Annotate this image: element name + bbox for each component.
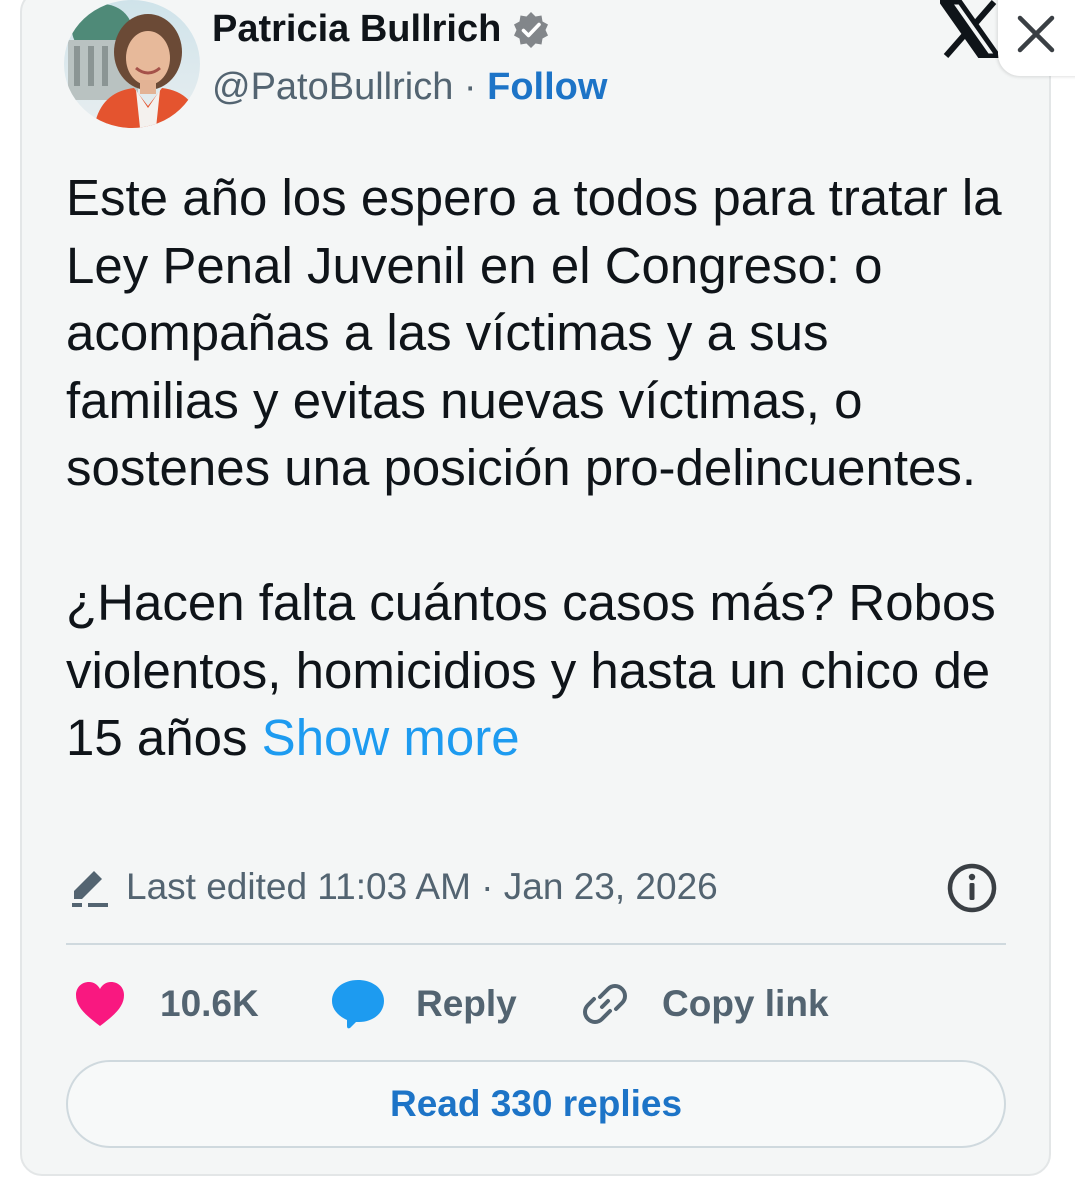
copy-link-label: Copy link	[662, 983, 829, 1024]
info-icon[interactable]	[946, 862, 998, 914]
heart-icon	[76, 982, 124, 1026]
close-button[interactable]	[998, 0, 1075, 76]
tweet-paragraph: ¿Hacen falta cuántos casos más? Robos vi…	[66, 569, 1006, 772]
divider	[66, 943, 1006, 945]
link-icon	[583, 984, 627, 1024]
edited-timestamp: Last edited 11:03 AM · Jan 23, 2026	[126, 866, 718, 907]
like-button[interactable]: 10.6K	[74, 978, 259, 1030]
reply-label: Reply	[416, 983, 517, 1024]
edited-info[interactable]: Last edited 11:03 AM · Jan 23, 2026	[68, 862, 718, 912]
show-more-link[interactable]: Show more	[262, 709, 520, 766]
handle-separator: ·	[453, 66, 488, 108]
tweet-text: Este año los espero a todos para tratar …	[66, 164, 1006, 772]
tweet-paragraph: Este año los espero a todos para tratar …	[66, 169, 1002, 496]
speech-bubble-icon	[332, 980, 384, 1029]
follow-button[interactable]: Follow	[487, 66, 607, 108]
like-count: 10.6K	[160, 983, 259, 1024]
handle-row: @PatoBullrich · Follow	[212, 66, 607, 109]
read-replies-label: Read 330 replies	[389, 1083, 683, 1124]
avatar-photo	[64, 0, 200, 128]
pencil-icon	[72, 871, 108, 907]
tweet-paragraph-text: ¿Hacen falta cuántos casos más? Robos vi…	[66, 574, 996, 766]
verified-badge-icon	[511, 10, 551, 50]
author-name-row[interactable]: Patricia Bullrich	[212, 8, 551, 51]
page: Patricia Bullrich @PatoBullrich · Follow…	[0, 0, 1075, 1180]
author-handle[interactable]: @PatoBullrich	[212, 66, 453, 108]
x-logo-icon[interactable]	[937, 0, 1003, 59]
read-replies-button[interactable]: Read 330 replies	[66, 1060, 1006, 1148]
avatar[interactable]	[64, 0, 200, 128]
author-name[interactable]: Patricia Bullrich	[212, 8, 501, 51]
close-icon	[1017, 15, 1055, 53]
reply-button[interactable]: Reply	[330, 978, 517, 1030]
copy-link-button[interactable]: Copy link	[578, 978, 829, 1030]
